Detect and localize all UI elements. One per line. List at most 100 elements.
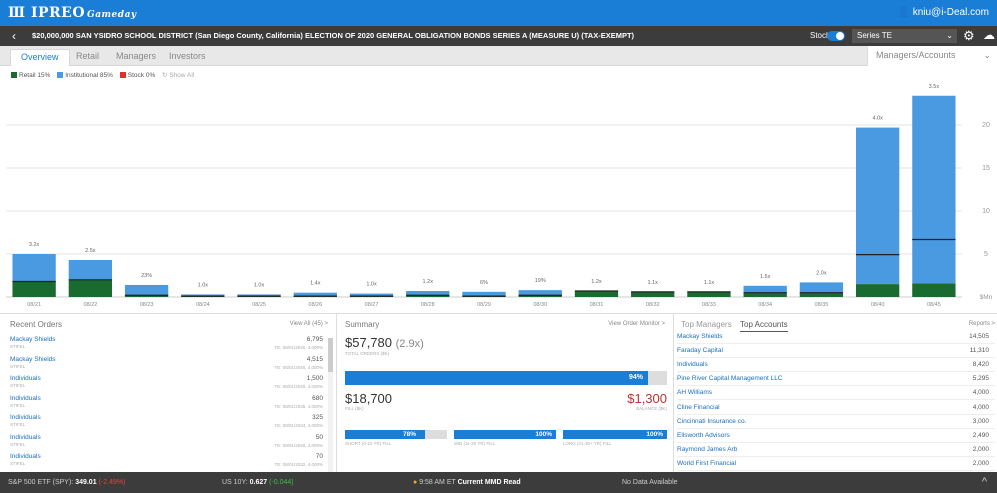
chevron-up-icon[interactable]: ^ — [982, 476, 987, 488]
managers-accounts-select[interactable]: Managers/Accounts ⌄ — [867, 46, 997, 66]
reports-link[interactable]: Reports > — [969, 321, 995, 327]
bar-retail — [631, 291, 675, 297]
tab-retail[interactable]: Retail — [76, 51, 99, 61]
account-name: Individuals — [677, 361, 708, 369]
account-row[interactable]: Cline Financial 4,000 — [677, 401, 995, 415]
account-amount: 3,000 — [972, 417, 989, 425]
us10y-change: (-0.044) — [269, 479, 294, 486]
legend-label: Institutional 85% — [65, 72, 113, 79]
order-row[interactable]: Mackay Shields STIFEL 4,515 TE: 08/01/2040,… — [10, 356, 323, 373]
x-tick-label: 08/32 — [646, 302, 660, 308]
y-axis-label: $Mn — [980, 294, 993, 301]
mmd-ticker: ● 9:58 AM ET Current MMD Read — [413, 479, 521, 486]
bar-retail — [912, 283, 956, 297]
x-tick-label: 08/25 — [252, 302, 266, 308]
x-tick-label: 08/30 — [533, 302, 547, 308]
brand-icon: Ⅲ — [8, 5, 31, 21]
order-maturity: TE: 08/01/2040, 4.000% — [274, 345, 323, 350]
chevron-down-icon: ⌄ — [983, 50, 991, 60]
summary-title: Summary — [345, 320, 380, 329]
order-row[interactable]: Individuals STIFEL 1,500 TE: 08/01/2040, 4.… — [10, 375, 323, 392]
bar-institutional — [518, 290, 562, 296]
account-row[interactable]: Individuals 8,420 — [677, 358, 995, 373]
legend-swatch — [57, 72, 64, 78]
fill-progress-bar: 94% — [345, 371, 667, 385]
account-row[interactable]: Faraday Capital 11,310 — [677, 344, 995, 359]
account-row[interactable]: World First Financial 2,000 — [677, 457, 995, 471]
order-investor: Individuals — [10, 414, 41, 421]
order-row[interactable]: Individuals STIFEL 70 TE: 08/01/2032, 4.000… — [10, 453, 323, 470]
account-amount: 4,000 — [972, 389, 989, 397]
bar-retail — [12, 281, 56, 297]
x-tick-label: 08/34 — [758, 302, 772, 308]
legend-label: Retail 15% — [19, 72, 51, 79]
tab-top-managers[interactable]: Top Managers — [681, 320, 732, 329]
view-order-monitor-link[interactable]: View Order Monitor > — [608, 321, 665, 327]
order-investor: Individuals — [10, 375, 41, 382]
account-name: Cline Financial — [677, 403, 720, 411]
bar-label: 1.5x — [760, 274, 771, 280]
bar-retail — [799, 292, 844, 297]
x-tick-label: 08/22 — [83, 302, 97, 308]
orders-scroll-thumb[interactable] — [328, 338, 333, 372]
bar-label: 1.2x — [423, 279, 434, 285]
short-fill-label: SHORT (0-10 YR) FILL — [345, 441, 392, 446]
account-row[interactable]: Pine River Capital Management LLC 5,295 — [677, 372, 995, 387]
order-row[interactable]: Individuals STIFEL 325 TE: 08/01/2034, 4.00… — [10, 414, 323, 431]
user-icon: 👤 — [897, 7, 913, 18]
order-firm: STIFEL — [10, 422, 26, 427]
legend-item-retail[interactable]: Retail 15% — [11, 72, 50, 79]
mid-fill-bar: 100% — [454, 430, 556, 439]
view-all-orders-link[interactable]: View All (45) > — [290, 321, 328, 327]
brand-name: IPREO — [30, 5, 86, 21]
brand-sub: Gameday — [87, 10, 137, 20]
tab-managers[interactable]: Managers — [116, 51, 156, 61]
order-maturity: TE: 08/01/2040, 4.000% — [274, 364, 323, 370]
cloud-download-icon[interactable]: ☁ — [983, 28, 995, 42]
legend-swatch — [11, 72, 17, 78]
managers-select-value: Managers/Accounts — [876, 50, 956, 60]
order-row[interactable]: Mackay Shields STIFEL 6,795 TE: 08/01/2040,… — [10, 336, 323, 353]
bar-institutional — [124, 284, 169, 296]
order-firm: STIFEL — [10, 344, 26, 349]
legend-item-institutional[interactable]: Institutional 85% — [57, 72, 113, 79]
order-firm: STIFEL — [10, 461, 26, 466]
legend-item-stock[interactable]: Stock 0% — [119, 72, 155, 79]
show-all-button[interactable]: ↻ Show All — [162, 72, 194, 79]
account-amount: 4,000 — [972, 403, 989, 411]
user-menu[interactable]: 👤 kniu@i-Deal.com — [897, 7, 989, 18]
series-select[interactable]: Series TE ⌄ — [852, 29, 957, 43]
tab-overview[interactable]: Overview — [10, 49, 70, 66]
stock-toggle[interactable] — [827, 31, 845, 41]
recent-orders-panel: Recent Orders View All (45) > Mackay Shi… — [0, 313, 336, 472]
long-fill-bar: 100% — [563, 430, 667, 439]
recent-orders-title: Recent Orders — [10, 320, 63, 329]
account-name: Ellsworth Advisors — [677, 431, 730, 439]
order-maturity: TE: 08/01/2034, 4.000% — [274, 423, 323, 428]
bar-retail — [855, 284, 900, 297]
y-tick-label: 15 — [982, 165, 990, 172]
back-chevron-icon[interactable]: ‹ — [12, 29, 16, 43]
account-name: AH Williams — [677, 389, 713, 397]
account-row[interactable]: Raymond James Arb 2,000 — [677, 443, 995, 457]
order-row[interactable]: Individuals STIFEL 50 TE: 08/01/2040, 4.000… — [10, 434, 323, 451]
chevron-down-icon: ⌄ — [946, 31, 953, 40]
account-row[interactable]: Ellsworth Advisors 2,490 — [677, 429, 995, 443]
account-row[interactable]: AH Williams 4,000 — [677, 386, 995, 401]
order-investor: Mackay Shields — [10, 336, 56, 343]
bar-institutional — [743, 285, 787, 293]
app-logo[interactable]: Ⅲ IPREO Gameday — [8, 5, 137, 21]
gear-icon[interactable]: ⚙ — [963, 28, 975, 44]
x-tick-label: 08/26 — [308, 302, 322, 308]
market-ticker: S&P 500 ETF (SPY): 349.01 (-2.49%) US 10… — [0, 472, 997, 493]
spy-value: 349.01 — [75, 479, 97, 486]
order-row[interactable]: Individuals STIFEL 680 TE: 08/01/2035, 4.00… — [10, 395, 323, 412]
tab-investors[interactable]: Investors — [169, 51, 206, 61]
account-row[interactable]: Cincinnati Insurance co. 3,000 — [677, 415, 995, 429]
spy-change: (-2.49%) — [98, 479, 126, 486]
account-row[interactable]: Mackay Shields 14,505 — [677, 330, 995, 344]
legend-swatch — [119, 72, 126, 78]
bar-label: 1.4x — [310, 281, 321, 287]
x-tick-label: 08/31 — [590, 302, 604, 308]
bar-label: 3.5x — [929, 84, 940, 90]
